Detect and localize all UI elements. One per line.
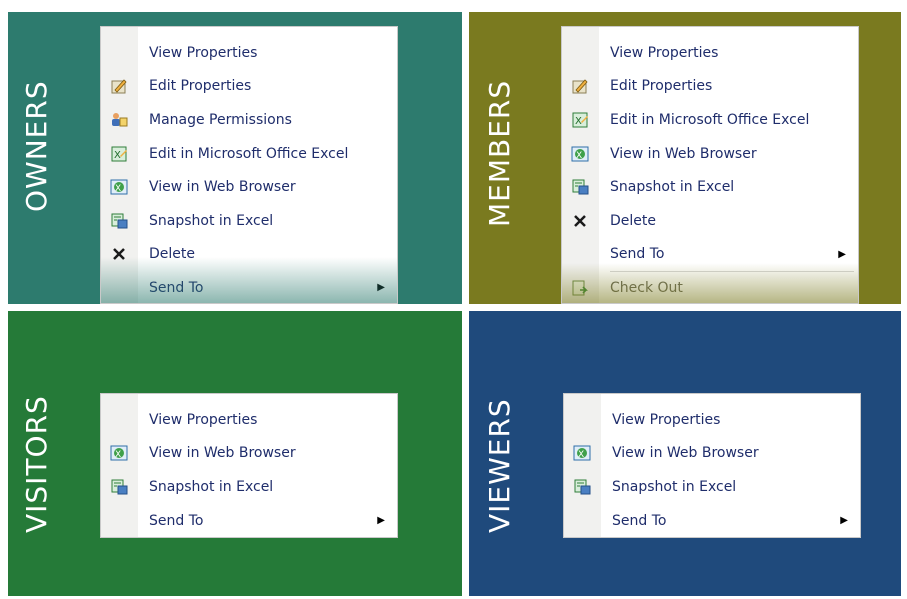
menu-item-view-properties[interactable]: View Properties [562, 36, 858, 70]
menu-item-view-in-web-browser[interactable]: X View in Web Browser [101, 437, 397, 471]
edit-properties-icon [570, 76, 590, 96]
svg-text:X: X [575, 116, 582, 127]
excel-edit-icon: X [570, 110, 590, 130]
members-panel: MEMBERS View Properties Edit Properties X E… [469, 12, 901, 304]
menu-item-label: View Properties [149, 411, 258, 428]
members-label: MEMBERS [483, 79, 516, 227]
menu-item-send-to[interactable]: Send To ▶ [564, 504, 860, 538]
menu-items: View Properties X View in Web Browser Snaps… [101, 403, 397, 537]
menu-item-label: Delete [610, 212, 656, 229]
menu-item-view-in-web-browser[interactable]: X View in Web Browser [564, 437, 860, 471]
svg-text:X: X [115, 184, 121, 194]
menu-item-view-properties[interactable]: View Properties [564, 403, 860, 437]
menu-item-label: View in Web Browser [149, 179, 296, 196]
edit-properties-icon [109, 76, 129, 96]
owners-label: OWNERS [20, 80, 53, 212]
web-browser-icon: X [570, 144, 590, 164]
menu-item-label: View Properties [612, 411, 721, 428]
menu-items: View Properties X View in Web Browser Snaps… [564, 403, 860, 537]
excel-snapshot-icon [109, 211, 129, 231]
svg-text:X: X [578, 450, 584, 460]
menu-item-label: Send To [149, 512, 204, 529]
visitors-context-menu: View Properties X View in Web Browser Snaps… [100, 393, 398, 538]
menu-item-label: View in Web Browser [610, 145, 757, 162]
menu-item-edit-properties[interactable]: Edit Properties [101, 70, 397, 104]
menu-item-label: Snapshot in Excel [149, 212, 274, 229]
menu-item-snapshot-in-excel[interactable]: Snapshot in Excel [562, 170, 858, 204]
permissions-icon [109, 110, 129, 130]
visitors-label: VISITORS [20, 395, 53, 533]
menu-item-label: View Properties [610, 44, 719, 61]
menu-item-label: Snapshot in Excel [612, 478, 737, 495]
menu-item-snapshot-in-excel[interactable]: Snapshot in Excel [564, 470, 860, 504]
menu-item-edit-in-microsoft-office-excel[interactable]: X Edit in Microsoft Office Excel [101, 137, 397, 171]
visitors-panel: VISITORS View Properties X View in Web Bro… [8, 311, 462, 596]
menu-item-label: View in Web Browser [612, 445, 759, 462]
excel-edit-icon: X [109, 144, 129, 164]
submenu-arrow-icon: ▶ [840, 515, 848, 527]
svg-text:X: X [576, 151, 582, 161]
owners-panel: OWNERS View Properties Edit Properties Man… [8, 12, 462, 304]
menu-item-manage-permissions[interactable]: Manage Permissions [101, 103, 397, 137]
menu-item-edit-in-microsoft-office-excel[interactable]: X Edit in Microsoft Office Excel [562, 103, 858, 137]
viewers-context-menu: View Properties X View in Web Browser Snaps… [563, 393, 861, 538]
menu-item-label: View Properties [149, 44, 258, 61]
svg-text:X: X [114, 150, 121, 161]
submenu-arrow-icon: ▶ [377, 515, 385, 527]
menu-item-view-properties[interactable]: View Properties [101, 403, 397, 437]
menu-item-label: View in Web Browser [149, 445, 296, 462]
menu-item-delete[interactable]: Delete [562, 204, 858, 238]
viewers-label: VIEWERS [483, 398, 516, 533]
menu-item-label: Edit Properties [610, 78, 713, 95]
members-context-menu: View Properties Edit Properties X Edit in M… [561, 26, 859, 304]
viewers-panel: VIEWERS View Properties X View in Web Brow… [469, 311, 901, 596]
menu-item-edit-properties[interactable]: Edit Properties [562, 70, 858, 104]
menu-item-label: Manage Permissions [149, 111, 292, 128]
submenu-arrow-icon: ▶ [838, 248, 846, 260]
excel-snapshot-icon [109, 477, 129, 497]
menu-item-send-to[interactable]: Send To ▶ [101, 504, 397, 538]
menu-item-label: Send To [612, 512, 667, 529]
menu-item-label: Send To [610, 246, 665, 263]
svg-text:X: X [115, 450, 121, 460]
menu-fade [101, 257, 397, 303]
menu-item-view-in-web-browser[interactable]: X View in Web Browser [562, 137, 858, 171]
menu-item-view-in-web-browser[interactable]: X View in Web Browser [101, 170, 397, 204]
web-browser-icon: X [109, 443, 129, 463]
menu-item-label: Snapshot in Excel [149, 478, 274, 495]
delete-icon [570, 211, 590, 231]
web-browser-icon: X [572, 443, 592, 463]
excel-snapshot-icon [572, 477, 592, 497]
menu-item-label: Edit in Microsoft Office Excel [149, 145, 349, 162]
menu-item-view-properties[interactable]: View Properties [101, 36, 397, 70]
menu-item-label: Edit Properties [149, 78, 252, 95]
web-browser-icon: X [109, 177, 129, 197]
menu-item-snapshot-in-excel[interactable]: Snapshot in Excel [101, 470, 397, 504]
menu-fade [562, 263, 858, 303]
owners-context-menu: View Properties Edit Properties Manage Per… [100, 26, 398, 304]
excel-snapshot-icon [570, 177, 590, 197]
menu-item-snapshot-in-excel[interactable]: Snapshot in Excel [101, 204, 397, 238]
menu-item-label: Edit in Microsoft Office Excel [610, 111, 810, 128]
menu-item-label: Snapshot in Excel [610, 179, 735, 196]
